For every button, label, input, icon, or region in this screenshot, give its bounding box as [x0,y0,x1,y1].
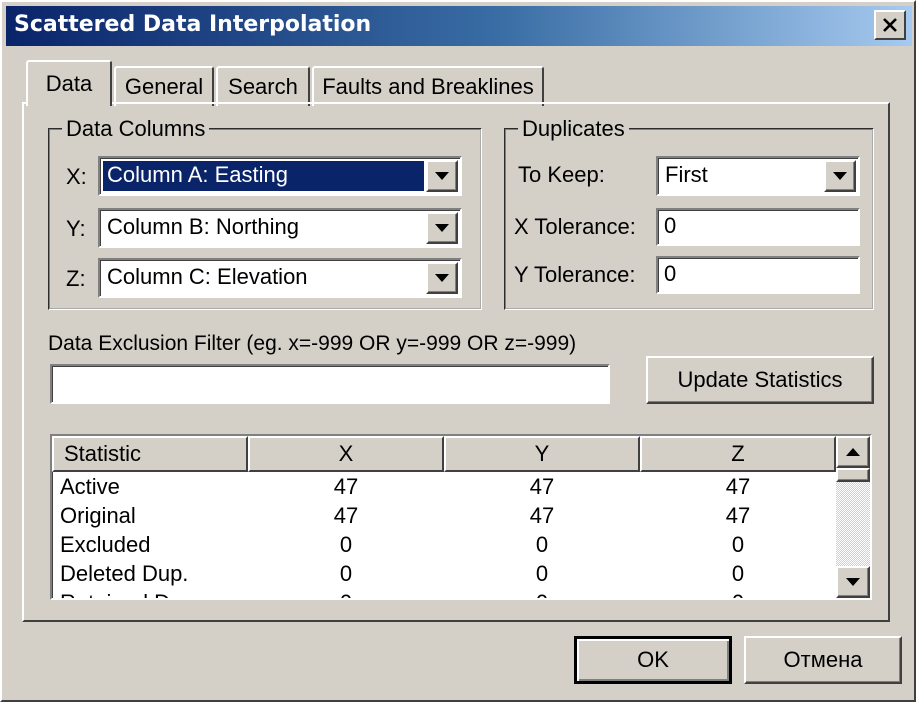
data-columns-group: Data Columns X: Column A: Easting Y: Col… [48,116,482,310]
tab-faults-and-breaklines[interactable]: Faults and Breaklines [312,66,544,106]
vertical-scrollbar[interactable] [836,436,870,598]
y-column-value: Column B: Northing [107,214,299,239]
scroll-up-button[interactable] [836,436,870,468]
row-y: 0 [444,588,640,599]
row-x: 0 [339,531,353,557]
x-column-dropdown-button[interactable] [426,160,458,192]
statistics-table[interactable]: Statistic X Y Z Active 47 47 47 Original… [50,434,872,600]
row-z: 0 [731,560,745,586]
table-row[interactable]: Deleted Dup. 0 0 0 [52,559,836,588]
tab-general[interactable]: General [114,66,214,106]
exclusion-filter-label: Data Exclusion Filter (eg. x=-999 OR y=-… [48,332,577,355]
row-z: 0 [731,531,745,557]
column-header-x[interactable]: X [248,436,444,472]
dialog-window: Scattered Data Interpolation Data Genera… [0,0,916,702]
row-z: 47 [725,473,751,499]
row-name: Deleted Dup. [60,560,189,586]
row-x: 47 [333,473,359,499]
scroll-down-button[interactable] [836,566,870,598]
row-y: 47 [529,502,555,528]
ok-button[interactable]: OK [574,636,732,684]
tab-search-label: Search [228,74,298,99]
row-x: 0 [339,560,353,586]
to-keep-dropdown-button[interactable] [824,160,856,192]
exclusion-filter-input[interactable] [50,364,610,404]
chevron-down-icon [435,274,449,282]
duplicates-group: Duplicates To Keep: First X Tolerance: 0… [504,116,874,310]
y-column-select[interactable]: Column B: Northing [98,208,462,248]
x-column-select[interactable]: Column A: Easting [98,156,462,196]
data-columns-legend: Data Columns [62,116,210,142]
y-column-dropdown-button[interactable] [426,212,458,244]
window-title: Scattered Data Interpolation [14,12,372,37]
close-icon [883,18,897,32]
row-name: Retained D... [52,588,248,599]
chevron-down-icon [833,172,847,180]
row-y: 47 [529,473,555,499]
chevron-down-icon [846,578,860,586]
x-tolerance-label: X Tolerance: [514,214,636,239]
x-column-label: X: [66,164,87,189]
row-z: 0 [640,588,836,599]
title-bar[interactable]: Scattered Data Interpolation [6,6,912,46]
cancel-button[interactable]: Отмена [744,636,902,684]
column-header-y[interactable]: Y [444,436,640,472]
close-button[interactable] [874,10,906,40]
tab-data[interactable]: Data [26,60,112,106]
chevron-down-icon [435,224,449,232]
statistics-rows: Active 47 47 47 Original 47 47 47 Exclud… [52,472,836,599]
y-tolerance-input[interactable]: 0 [656,256,860,294]
to-keep-label: To Keep: [518,162,605,187]
tab-faults-label: Faults and Breaklines [322,74,534,99]
row-y: 0 [535,560,549,586]
to-keep-select[interactable]: First [656,156,860,196]
column-header-z[interactable]: Z [640,436,836,472]
duplicates-legend: Duplicates [518,116,629,142]
x-column-value: Column A: Easting [103,161,424,191]
tab-data-label: Data [45,71,93,96]
y-tolerance-label: Y Tolerance: [514,262,636,287]
table-row[interactable]: Active 47 47 47 [52,472,836,501]
row-y: 0 [535,531,549,557]
row-name: Active [60,473,120,499]
x-tolerance-input[interactable]: 0 [656,208,860,246]
scroll-thumb[interactable] [836,468,870,482]
z-column-value: Column C: Elevation [107,264,308,289]
z-column-dropdown-button[interactable] [426,262,458,294]
tab-panel-data: Data Columns X: Column A: Easting Y: Col… [22,102,890,622]
column-header-statistic[interactable]: Statistic [52,436,248,472]
to-keep-value: First [665,162,708,187]
z-column-select[interactable]: Column C: Elevation [98,258,462,298]
chevron-up-icon [846,448,860,456]
table-row[interactable]: Excluded 0 0 0 [52,530,836,559]
tab-search[interactable]: Search [216,66,310,106]
row-name: Excluded [60,531,151,557]
chevron-down-icon [435,172,449,180]
statistics-table-header: Statistic X Y Z [52,436,836,472]
update-statistics-button[interactable]: Update Statistics [646,356,874,404]
tab-general-label: General [124,74,204,99]
table-row[interactable]: Original 47 47 47 [52,501,836,530]
row-x: 47 [333,502,359,528]
z-column-label: Z: [66,266,86,291]
row-name: Original [60,502,136,528]
row-z: 47 [725,502,751,528]
row-x: 0 [248,588,444,599]
y-column-label: Y: [66,216,86,241]
table-row[interactable]: Retained D... 0 0 0 [52,588,836,599]
